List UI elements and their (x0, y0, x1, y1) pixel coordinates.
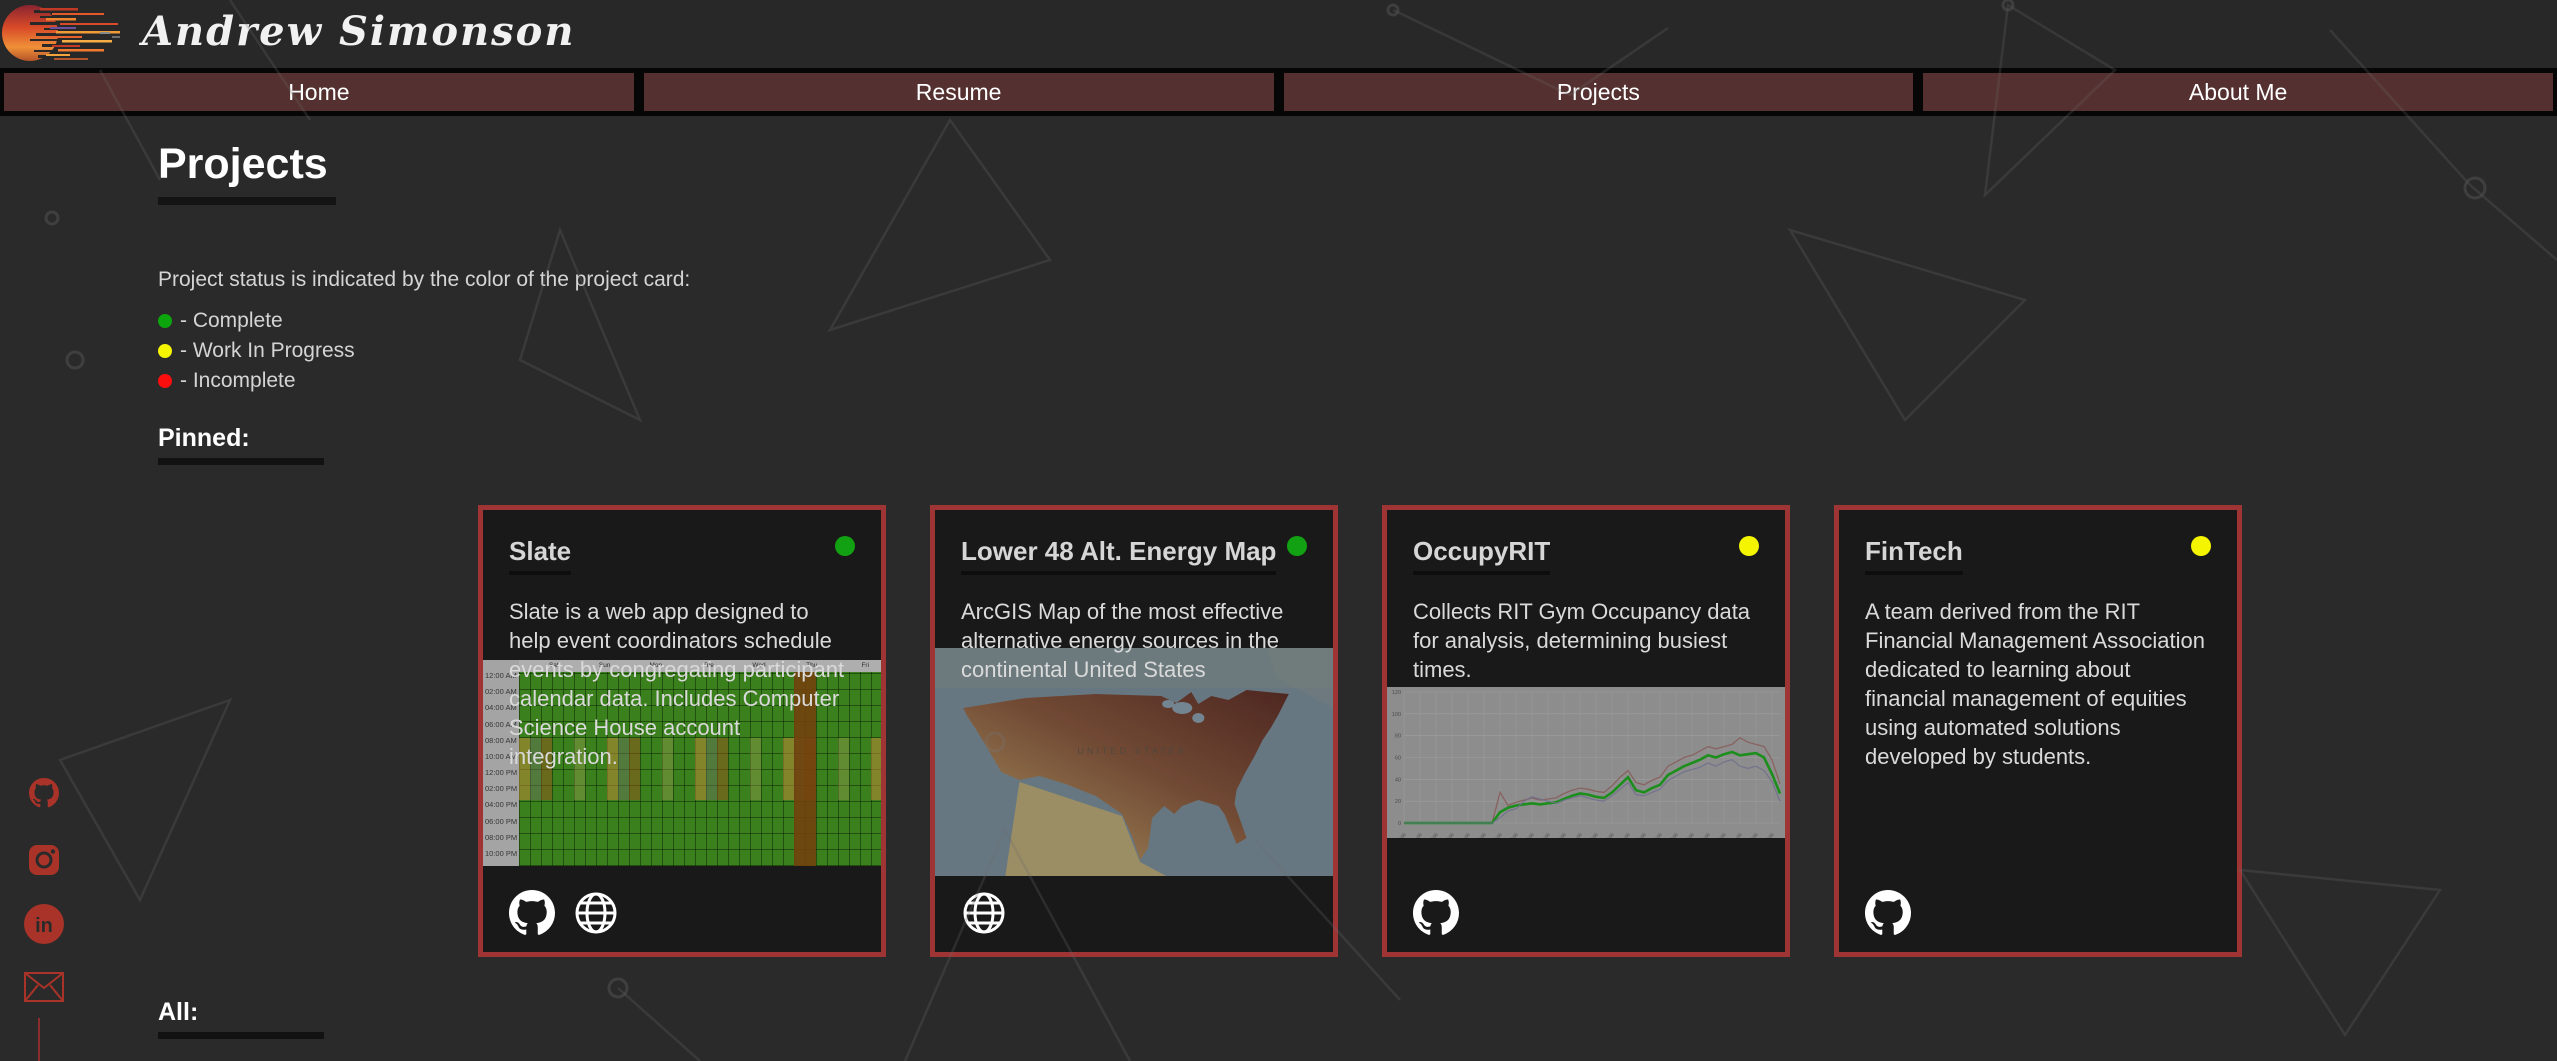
legend-intro: Project status is indicated by the color… (158, 268, 690, 292)
github-icon[interactable] (1865, 890, 1911, 936)
card-description: Slate is a web app designed to help even… (509, 597, 855, 771)
status-legend: Project status is indicated by the color… (158, 268, 690, 396)
time-label: 02:00 PM (483, 785, 519, 801)
card-description: ArcGIS Map of the most effective alterna… (961, 597, 1307, 684)
svg-text:20: 20 (1395, 799, 1401, 805)
social-sidebar: in (24, 778, 64, 1002)
wip-dot (158, 344, 172, 358)
card-links (961, 890, 1007, 936)
pinned-underline (158, 458, 324, 465)
svg-text:120: 120 (1392, 690, 1401, 696)
all-underline (158, 1032, 324, 1039)
svg-text:80: 80 (1395, 734, 1401, 740)
pinned-section-heading: Pinned: (158, 424, 324, 465)
github-icon[interactable] (29, 778, 59, 808)
card-links (1413, 890, 1459, 936)
card-title: OccupyRIT (1413, 536, 1550, 575)
legend-label: - Work In Progress (180, 339, 355, 363)
legend-item-wip: - Work In Progress (158, 336, 690, 366)
project-card-fintech: FinTech A team derived from the RIT Fina… (1834, 505, 2242, 957)
email-icon[interactable] (24, 972, 64, 1002)
title-underline (158, 197, 336, 205)
project-card-occupyrit: OccupyRIT Collects RIT Gym Occupancy dat… (1382, 505, 1790, 957)
legend-label: - Incomplete (180, 369, 296, 393)
complete-dot (158, 314, 172, 328)
all-heading: All: (158, 998, 324, 1027)
main-nav: Home Resume Projects About Me (0, 68, 2557, 116)
map-label: UNITED STATES (1077, 746, 1186, 756)
card-title: Slate (509, 536, 571, 575)
time-label: 08:00 PM (483, 834, 519, 850)
pinned-cards-row: Slate Slate is a web app designed to hel… (478, 505, 2242, 957)
legend-item-complete: - Complete (158, 306, 690, 336)
card-title: FinTech (1865, 536, 1963, 575)
occupancy-chart-svg: 02040608010012000:0001:0002:0003:0004:00… (1387, 687, 1785, 838)
page-title: Projects (158, 140, 336, 189)
nav-projects[interactable]: Projects (1284, 73, 1914, 111)
time-label: 06:00 PM (483, 818, 519, 834)
linkedin-icon[interactable]: in (24, 904, 64, 944)
sidebar-accent-line (38, 1018, 40, 1061)
card-description: A team derived from the RIT Financial Ma… (1865, 597, 2211, 771)
site-header: Andrew Simonson (0, 0, 2557, 68)
glitch-sun-logo (0, 2, 126, 64)
portfolio-page: { "header": { "name": "Andrew Simonson" … (0, 0, 2557, 1061)
nav-resume[interactable]: Resume (644, 73, 1274, 111)
page-title-block: Projects (158, 140, 336, 205)
website-globe-icon[interactable] (961, 890, 1007, 936)
status-dot (1739, 536, 1759, 556)
legend-item-incomplete: - Incomplete (158, 366, 690, 396)
card-description: Collects RIT Gym Occupancy data for anal… (1413, 597, 1759, 684)
svg-text:in: in (35, 915, 53, 937)
instagram-icon[interactable] (28, 844, 60, 876)
svg-text:0: 0 (1398, 821, 1401, 827)
nav-about-me[interactable]: About Me (1923, 73, 2553, 111)
occupancy-chart-image: 02040608010012000:0001:0002:0003:0004:00… (1387, 687, 1785, 838)
time-label: 04:00 PM (483, 801, 519, 817)
svg-text:100: 100 (1392, 712, 1401, 718)
incomplete-dot (158, 374, 172, 388)
time-label: 10:00 PM (483, 850, 519, 866)
legend-label: - Complete (180, 309, 283, 333)
pinned-heading: Pinned: (158, 424, 324, 453)
github-icon[interactable] (509, 890, 555, 936)
website-globe-icon[interactable] (573, 890, 619, 936)
project-card-energy-map: Lower 48 Alt. Energy Map ArcGIS Map of t… (930, 505, 1338, 957)
project-card-slate: Slate Slate is a web app designed to hel… (478, 505, 886, 957)
status-dot (1287, 536, 1307, 556)
all-section-heading: All: (158, 998, 324, 1039)
card-links (509, 890, 619, 936)
svg-text:40: 40 (1395, 777, 1401, 783)
status-dot (835, 536, 855, 556)
card-title: Lower 48 Alt. Energy Map (961, 536, 1276, 575)
site-name: Andrew Simonson (142, 8, 575, 55)
nav-home[interactable]: Home (4, 73, 634, 111)
svg-text:60: 60 (1395, 756, 1401, 762)
status-dot (2191, 536, 2211, 556)
time-label: 12:00 PM (483, 769, 519, 785)
github-icon[interactable] (1413, 890, 1459, 936)
card-links (1865, 890, 1911, 936)
